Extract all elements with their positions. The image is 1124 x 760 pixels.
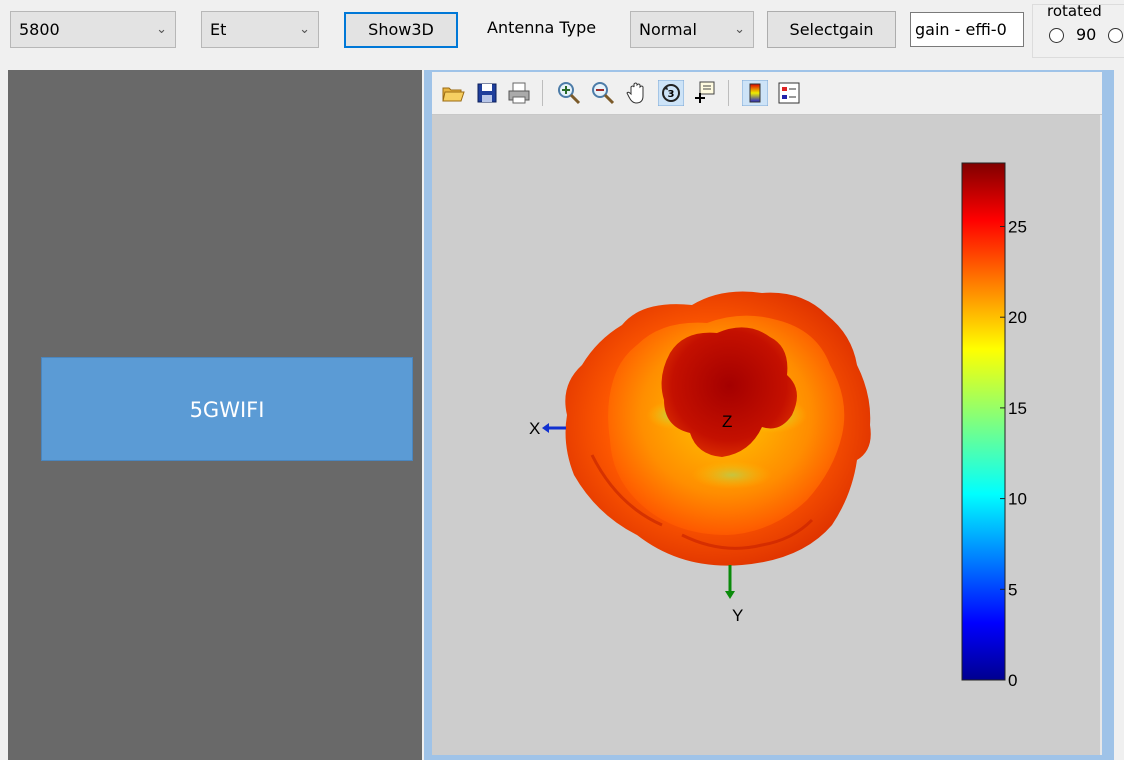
- colorbar-tick-label: 20: [1008, 308, 1027, 327]
- colorbar-icon[interactable]: [742, 80, 768, 106]
- colorbar-tick-label: 15: [1008, 399, 1027, 418]
- frequency-value: 5800: [19, 20, 60, 39]
- open-icon[interactable]: [440, 80, 466, 106]
- axis-x-label: X: [529, 419, 540, 438]
- axis-y-arrow: [725, 565, 735, 599]
- gain-text-field[interactable]: gain - effi-0: [910, 12, 1024, 47]
- pattern-surface: [565, 291, 871, 566]
- zoom-in-icon[interactable]: [556, 80, 582, 106]
- rotate-other-radio[interactable]: [1108, 28, 1123, 43]
- radiation-pattern-plot[interactable]: X Y Z 25 20 15 10 5 0: [432, 115, 1102, 755]
- axis-y-label: Y: [732, 606, 743, 625]
- antenna-type-value: Normal: [639, 20, 697, 39]
- rotated-label: rotated: [1047, 4, 1102, 20]
- legend-icon[interactable]: [776, 80, 802, 106]
- gain-text-value: gain - effi-0: [915, 20, 1007, 39]
- svg-text:3: 3: [668, 89, 675, 100]
- frequency-select[interactable]: 5800 ⌄: [10, 11, 176, 48]
- axis-x-arrow: [542, 423, 566, 433]
- selectgain-button[interactable]: Selectgain: [767, 11, 896, 48]
- rotated-group: rotated 90: [1032, 4, 1124, 58]
- colorbar-tick-label: 0: [1008, 671, 1017, 690]
- antenna-type-label: Antenna Type: [487, 18, 597, 37]
- colorbar: [961, 162, 1006, 681]
- axis-z-label: Z: [722, 412, 732, 431]
- chevron-down-icon: ⌄: [156, 22, 167, 37]
- print-icon[interactable]: [506, 80, 532, 106]
- pan-icon[interactable]: [624, 80, 650, 106]
- toolbar-separator: [728, 80, 729, 106]
- antenna-type-select[interactable]: Normal ⌄: [630, 11, 754, 48]
- colorbar-tick-label: 25: [1008, 217, 1027, 236]
- figure-toolbar: 3: [432, 72, 1102, 115]
- rotate-90-radio[interactable]: [1049, 28, 1064, 43]
- device-5gwifi-button[interactable]: 5GWIFI: [41, 357, 413, 461]
- chevron-down-icon: ⌄: [734, 22, 745, 37]
- rotate3d-icon[interactable]: 3: [658, 80, 684, 106]
- show3d-button[interactable]: Show3D: [344, 12, 458, 48]
- colorbar-tick-label: 10: [1008, 490, 1027, 509]
- rotate-90-label: 90: [1076, 25, 1097, 44]
- field-value: Et: [210, 20, 227, 39]
- data-cursor-icon[interactable]: [692, 80, 718, 106]
- chevron-down-icon: ⌄: [299, 22, 310, 37]
- colorbar-tick-label: 5: [1008, 580, 1017, 599]
- toolbar-separator: [542, 80, 543, 106]
- field-select[interactable]: Et ⌄: [201, 11, 319, 48]
- zoom-out-icon[interactable]: [590, 80, 616, 106]
- save-icon[interactable]: [474, 80, 500, 106]
